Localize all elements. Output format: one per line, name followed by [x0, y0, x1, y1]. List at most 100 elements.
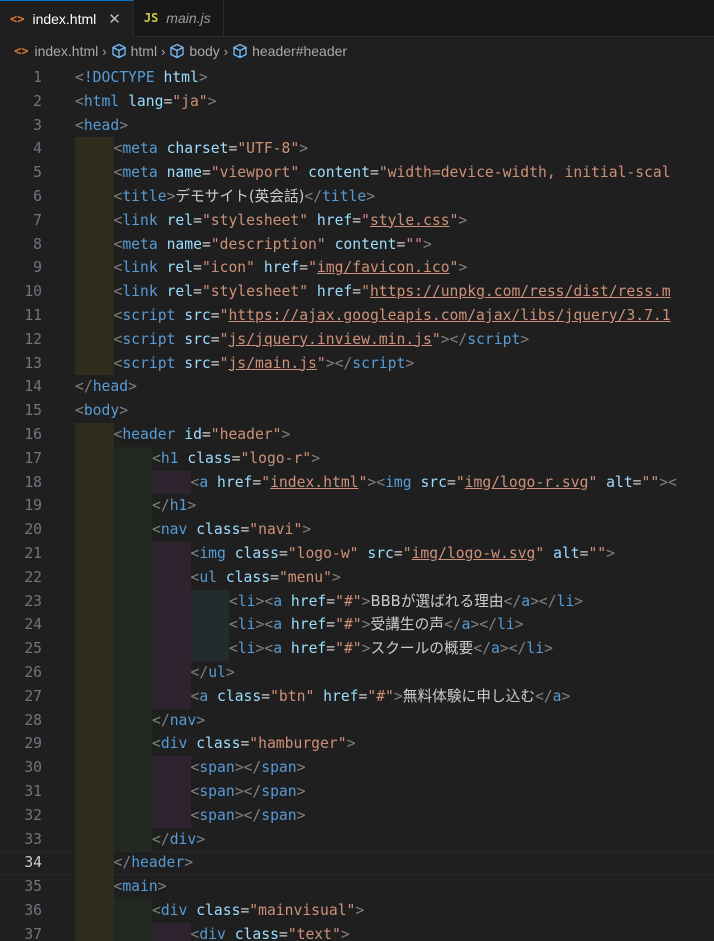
code-line[interactable]: 21 <img class="logo-w" src="img/logo-w.sv…	[0, 541, 714, 566]
close-icon[interactable]: ✕	[108, 10, 121, 28]
code-line[interactable]: 6 <title>デモサイト(英会話)</title>	[0, 184, 714, 209]
code-token: "stylesheet"	[201, 283, 309, 301]
code-token: "	[535, 544, 545, 562]
code-token: a	[199, 473, 209, 491]
code-line[interactable]: 33 </div>	[0, 827, 714, 852]
code-token: href	[323, 687, 359, 705]
breadcrumb-item-html[interactable]: html	[111, 43, 157, 59]
js-file-icon: JS	[143, 11, 159, 25]
indent-guide	[152, 637, 191, 661]
code-editor[interactable]: <> index.html ✕ JS main.js <> index.html…	[0, 0, 714, 941]
breadcrumb-item-body[interactable]: body	[169, 43, 220, 59]
indent-guide	[75, 280, 114, 304]
code-token: </	[152, 830, 170, 848]
code-line[interactable]: 2 <html lang="ja">	[0, 90, 714, 114]
code-content: <a class="btn" href="#">無料体験に申し込む</a>	[191, 685, 571, 709]
code-token: =	[163, 92, 173, 110]
breadcrumb-item-file[interactable]: <> index.html	[14, 43, 98, 59]
code-token: "#"	[335, 616, 362, 634]
code-line[interactable]: 25 <li><a href="#">スクールの概要</a></li>	[0, 637, 714, 661]
code-line[interactable]: 4 <meta charset="UTF-8">	[0, 137, 714, 162]
code-token: "	[402, 544, 412, 562]
code-token: "	[316, 354, 326, 372]
indent-guide	[75, 732, 114, 757]
code-token: class	[196, 901, 241, 919]
code-line[interactable]: 16 <header id="header">	[0, 422, 714, 447]
code-line[interactable]: 18 <a href="index.html"><img src="img/log…	[0, 470, 714, 495]
code-content: <main>	[114, 875, 167, 899]
code-line[interactable]: 7 <link rel="stylesheet" href="style.css"…	[0, 208, 714, 233]
code-line[interactable]: 30 <span></span>	[0, 756, 714, 780]
code-line[interactable]: 19 </h1>	[0, 494, 714, 519]
indent-guide	[113, 613, 152, 638]
code-line[interactable]: 36 <div class="mainvisual">	[0, 898, 714, 923]
code-token: =	[278, 544, 288, 562]
code-line[interactable]: 22 <ul class="menu">	[0, 565, 714, 590]
code-line[interactable]: 37 <div class="text">	[0, 922, 714, 941]
indent-guide	[152, 660, 191, 685]
code-token: script	[352, 354, 406, 372]
tab-label: index.html	[32, 11, 97, 27]
code-area[interactable]: 1 <!DOCTYPE html> 2 <html lang="ja"> 3 <head>…	[0, 66, 714, 941]
code-line[interactable]: 27 <a class="btn" href="#">無料体験に申し込む</a>	[0, 684, 714, 709]
code-line[interactable]: 12 <script src="js/jquery.inview.min.js">…	[0, 327, 714, 352]
code-token: ul	[199, 568, 218, 586]
code-token: nav	[169, 711, 197, 729]
code-line[interactable]: 32 <span></span>	[0, 803, 714, 828]
indent-guide	[75, 541, 114, 566]
code-line[interactable]: 11 <script src="https://ajax.googleapis.c…	[0, 303, 714, 328]
breadcrumb-item-header[interactable]: header#header	[232, 43, 347, 59]
line-number: 32	[24, 806, 42, 824]
code-line[interactable]: 26 </ul>	[0, 660, 714, 685]
code-line[interactable]: 28 </nav>	[0, 708, 714, 733]
code-token: header	[131, 854, 185, 872]
code-content: <link rel="stylesheet" href="https://unp…	[114, 280, 671, 304]
code-token: a	[491, 640, 500, 658]
code-line[interactable]: 10 <link rel="stylesheet" href="https://u…	[0, 280, 714, 304]
line-number: 19	[24, 497, 42, 515]
code-line[interactable]: 17 <h1 class="logo-r">	[0, 446, 714, 471]
indent-guide	[75, 470, 114, 495]
code-line[interactable]: 31 <span></span>	[0, 779, 714, 804]
code-line[interactable]: 13 <script src="js/main.js"></script>	[0, 351, 714, 376]
code-token: rel	[166, 259, 194, 277]
code-content: <a href="index.html"><img src="img/logo-…	[191, 471, 677, 495]
code-token: h1	[160, 449, 179, 467]
code-token: class	[225, 568, 271, 586]
line-number: 30	[24, 759, 42, 777]
code-line[interactable]: 15 <body>	[0, 399, 714, 423]
code-line[interactable]: 24 <li><a href="#">受講生の声</a></li>	[0, 613, 714, 638]
tab-main-js[interactable]: JS main.js	[133, 0, 224, 36]
code-content: <img class="logo-w" src="img/logo-w.svg"…	[191, 542, 615, 566]
code-line[interactable]: 29 <div class="hamburger">	[0, 732, 714, 757]
code-line[interactable]: 9 <link rel="icon" href="img/favicon.ico"…	[0, 256, 714, 281]
code-token: a	[521, 592, 531, 610]
code-line[interactable]: 20 <nav class="navi">	[0, 518, 714, 542]
code-content: <div class="mainvisual">	[152, 899, 364, 923]
code-line[interactable]: 5 <meta name="viewport" content="width=de…	[0, 161, 714, 185]
code-line[interactable]: 23 <li><a href="#">BBBが選ばれる理由</a></li>	[0, 589, 714, 614]
code-content: <li><a href="#">スクールの概要</a></li>	[229, 637, 553, 661]
code-token: li	[526, 640, 545, 658]
code-token: >	[346, 735, 356, 753]
code-line[interactable]: 8 <meta name="description" content="">	[0, 232, 714, 257]
code-line[interactable]: 35 <main>	[0, 875, 714, 899]
code-line[interactable]: 14 </head>	[0, 375, 714, 399]
code-token: charset	[166, 140, 229, 158]
code-token: >	[128, 378, 137, 396]
code-line[interactable]: 1 <!DOCTYPE html>	[0, 66, 714, 90]
code-token: >	[393, 687, 403, 705]
code-token: =	[369, 164, 379, 182]
code-token: span	[199, 759, 235, 777]
code-line[interactable]: 3 <head>	[0, 114, 714, 138]
code-token: div	[169, 830, 197, 848]
code-line[interactable]: 34 </header>	[0, 851, 714, 876]
code-token: h1	[169, 497, 188, 515]
code-token: >	[187, 497, 197, 515]
tab-index-html[interactable]: <> index.html ✕	[0, 0, 134, 37]
